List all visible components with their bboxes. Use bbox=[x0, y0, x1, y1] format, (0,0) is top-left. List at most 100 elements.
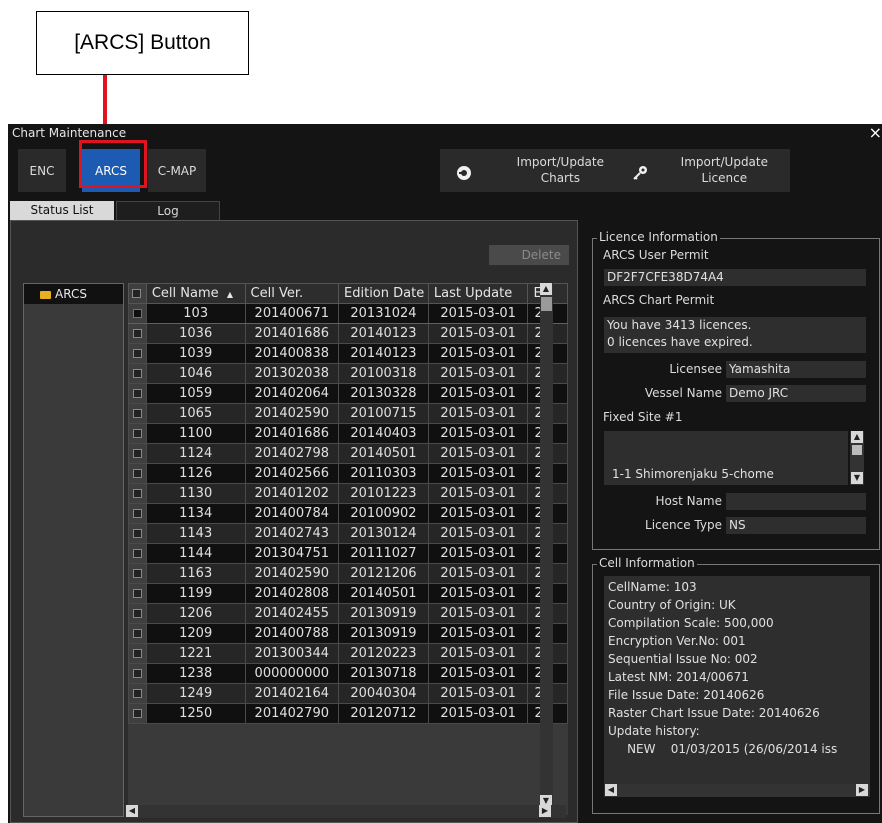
row-checkbox[interactable] bbox=[128, 323, 147, 344]
row-checkbox[interactable] bbox=[128, 523, 147, 544]
table-row[interactable]: 1130201401202201012232015-03-012( bbox=[128, 483, 568, 504]
table-row[interactable]: 1209201400788201309192015-03-012( bbox=[128, 623, 568, 644]
table-row[interactable]: 1144201304751201110272015-03-012( bbox=[128, 543, 568, 564]
table-horizontal-scrollbar[interactable]: ◀ ▶ bbox=[125, 805, 566, 818]
row-checkbox[interactable] bbox=[128, 603, 147, 624]
table-row[interactable]: 1221201300344201202232015-03-012( bbox=[128, 643, 568, 664]
delete-button[interactable]: Delete bbox=[489, 245, 569, 265]
cell-edition-date: 20140123 bbox=[338, 343, 429, 364]
cell-cell-ver: 000000000 bbox=[244, 663, 340, 684]
cell-info-line: Country of Origin: UK bbox=[608, 598, 736, 612]
tree-item-label: ARCS bbox=[55, 287, 87, 301]
column-header-cell-ver[interactable]: Cell Ver. bbox=[244, 283, 340, 304]
cell-cell-ver: 201302038 bbox=[244, 363, 340, 384]
table-row[interactable]: 1163201402590201212062015-03-012( bbox=[128, 563, 568, 584]
cell-info-line: Encryption Ver.No: 001 bbox=[608, 634, 746, 648]
import-licence-line2: Licence bbox=[701, 171, 748, 185]
cmap-button[interactable]: C-MAP bbox=[148, 149, 206, 192]
tree-item-arcs[interactable]: ARCS bbox=[24, 284, 123, 304]
cell-info-line: Latest NM: 2014/00671 bbox=[608, 670, 749, 684]
scroll-right-icon[interactable]: ▶ bbox=[539, 805, 551, 817]
import-licence-label: Import/Update Licence bbox=[681, 154, 768, 186]
status-list-panel: Delete ARCS Cell Name ▲ Cell Ver. Editio… bbox=[10, 220, 578, 823]
cell-info-line: NEW 01/03/2015 (26/06/2014 iss bbox=[608, 742, 838, 756]
scroll-up-icon[interactable]: ▲ bbox=[851, 431, 863, 443]
scroll-thumb[interactable] bbox=[541, 297, 552, 311]
table-row[interactable]: 1206201402455201309192015-03-012( bbox=[128, 603, 568, 624]
disc-import-icon bbox=[457, 166, 471, 180]
fixed-site-scrollbar[interactable]: ▲ ▼ bbox=[850, 431, 864, 485]
table-row[interactable]: 103201400671201310242015-03-012( bbox=[128, 303, 568, 324]
scroll-up-icon[interactable]: ▲ bbox=[540, 283, 552, 295]
scroll-down-icon[interactable]: ▼ bbox=[851, 472, 863, 484]
table-row[interactable]: 1039201400838201401232015-03-012( bbox=[128, 343, 568, 364]
row-checkbox[interactable] bbox=[128, 463, 147, 484]
host-name-field bbox=[726, 493, 866, 510]
scroll-right-icon[interactable]: ▶ bbox=[856, 784, 868, 796]
cell-cell-ver: 201300344 bbox=[244, 643, 340, 664]
row-checkbox[interactable] bbox=[128, 363, 147, 384]
column-header-cell-name[interactable]: Cell Name ▲ bbox=[145, 283, 246, 304]
row-checkbox[interactable] bbox=[128, 703, 147, 724]
table-row[interactable]: 1059201402064201303282015-03-012( bbox=[128, 383, 568, 404]
row-checkbox[interactable] bbox=[128, 563, 147, 584]
tab-log[interactable]: Log bbox=[116, 201, 220, 220]
row-checkbox[interactable] bbox=[128, 443, 147, 464]
import-update-licence-button[interactable]: Import/Update Licence bbox=[616, 149, 790, 192]
scroll-left-icon[interactable]: ◀ bbox=[605, 784, 617, 796]
cell-edition-date: 20140501 bbox=[338, 443, 429, 464]
row-checkbox[interactable] bbox=[128, 543, 147, 564]
table-row[interactable]: 1126201402566201103032015-03-012( bbox=[128, 463, 568, 484]
select-all-checkbox[interactable] bbox=[128, 283, 147, 304]
import-update-charts-button[interactable]: Import/Update Charts bbox=[440, 149, 616, 192]
cell-edition-date: 20140501 bbox=[338, 583, 429, 604]
row-checkbox[interactable] bbox=[128, 583, 147, 604]
row-checkbox[interactable] bbox=[128, 403, 147, 424]
table-row[interactable]: 1238000000000201307182015-03-012( bbox=[128, 663, 568, 684]
table-row[interactable]: 1134201400784201009022015-03-012( bbox=[128, 503, 568, 524]
scroll-thumb[interactable] bbox=[852, 445, 862, 455]
row-checkbox[interactable] bbox=[128, 623, 147, 644]
cell-cell-ver: 201402064 bbox=[244, 383, 340, 404]
table-row[interactable]: 1250201402790201207122015-03-012( bbox=[128, 703, 568, 724]
table-header-row: Cell Name ▲ Cell Ver. Edition Date Last … bbox=[128, 283, 568, 304]
row-checkbox[interactable] bbox=[128, 483, 147, 504]
cell-cell-ver: 201400784 bbox=[244, 503, 340, 524]
row-checkbox[interactable] bbox=[128, 663, 147, 684]
cell-table-grid: Cell Name ▲ Cell Ver. Edition Date Last … bbox=[128, 283, 568, 724]
cell-table: Cell Name ▲ Cell Ver. Edition Date Last … bbox=[128, 283, 568, 815]
cell-info-horizontal-scrollbar[interactable]: ◀ ▶ bbox=[604, 784, 870, 797]
row-checkbox[interactable] bbox=[128, 303, 147, 324]
row-checkbox[interactable] bbox=[128, 503, 147, 524]
table-row[interactable]: 1199201402808201405012015-03-012( bbox=[128, 583, 568, 604]
table-row[interactable]: 1143201402743201301242015-03-012( bbox=[128, 523, 568, 544]
cell-last-update: 2015-03-01 bbox=[427, 383, 529, 404]
row-checkbox[interactable] bbox=[128, 343, 147, 364]
close-icon[interactable]: × bbox=[869, 124, 882, 142]
table-row[interactable]: 1100201401686201404032015-03-012( bbox=[128, 423, 568, 444]
row-checkbox[interactable] bbox=[128, 683, 147, 704]
table-row[interactable]: 1249201402164200403042015-03-012( bbox=[128, 683, 568, 704]
cell-edition-date: 20140403 bbox=[338, 423, 429, 444]
cell-last-update: 2015-03-01 bbox=[427, 423, 529, 444]
vessel-name-label: Vessel Name bbox=[644, 386, 722, 400]
cell-cell-name: 1036 bbox=[145, 323, 246, 344]
table-row[interactable]: 1065201402590201007152015-03-012( bbox=[128, 403, 568, 424]
cell-cell-ver: 201401202 bbox=[244, 483, 340, 504]
table-row[interactable]: 1124201402798201405012015-03-012( bbox=[128, 443, 568, 464]
cell-edition-date: 20140123 bbox=[338, 323, 429, 344]
row-checkbox[interactable] bbox=[128, 383, 147, 404]
licensee-field: Yamashita bbox=[726, 361, 866, 378]
tab-status-list[interactable]: Status List bbox=[10, 201, 114, 220]
column-header-edition-date[interactable]: Edition Date bbox=[338, 283, 429, 304]
cell-cell-ver: 201402798 bbox=[244, 443, 340, 464]
cell-cell-name: 1144 bbox=[145, 543, 246, 564]
row-checkbox[interactable] bbox=[128, 643, 147, 664]
table-row[interactable]: 1036201401686201401232015-03-012( bbox=[128, 323, 568, 344]
table-row[interactable]: 1046201302038201003182015-03-012( bbox=[128, 363, 568, 384]
enc-button[interactable]: ENC bbox=[18, 149, 66, 192]
row-checkbox[interactable] bbox=[128, 423, 147, 444]
scroll-left-icon[interactable]: ◀ bbox=[126, 805, 138, 817]
column-header-last-update[interactable]: Last Update bbox=[427, 283, 529, 304]
table-vertical-scrollbar[interactable]: ▲ ▼ bbox=[540, 283, 553, 815]
